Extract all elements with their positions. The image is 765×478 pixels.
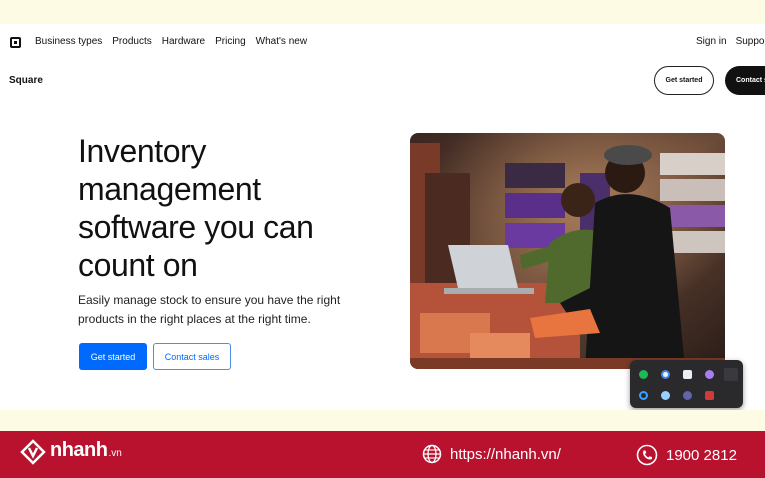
footer-phone-text: 1900 2812 [666, 446, 737, 464]
hero-subtitle: Easily manage stock to ensure you have t… [78, 293, 341, 326]
nhanh-logo[interactable]: nhanh .vn [20, 439, 122, 465]
nav-link-products[interactable]: Products [112, 36, 151, 47]
zoom-icon[interactable] [705, 370, 714, 379]
globe-icon [422, 444, 442, 464]
nhanh-footer-banner: nhanh .vn https://nhanh.vn/ 1900 2812 [0, 431, 765, 478]
nav-links: Business types Products Hardware Pricing… [35, 36, 307, 47]
spotify-icon[interactable] [639, 370, 648, 379]
support-link[interactable]: Support [736, 36, 765, 47]
notes-icon[interactable] [683, 370, 692, 379]
contact-sales-button[interactable]: Contact sales [153, 343, 231, 370]
chrome-icon[interactable] [661, 370, 670, 379]
top-banner-strip [0, 0, 765, 24]
teams-icon[interactable] [683, 391, 692, 400]
nav-link-business-types[interactable]: Business types [35, 36, 102, 47]
nav-link-pricing[interactable]: Pricing [215, 36, 246, 47]
get-started-button[interactable]: Get started [79, 343, 147, 370]
get-started-nav-button[interactable]: Get started [654, 66, 714, 95]
sign-in-link[interactable]: Sign in [696, 36, 727, 47]
footer-url-text: https://nhanh.vn/ [450, 445, 561, 463]
system-tray-popup [630, 360, 743, 408]
sync-icon[interactable] [639, 391, 648, 400]
nav-link-hardware[interactable]: Hardware [162, 36, 205, 47]
square-logo-icon[interactable] [10, 37, 21, 48]
nav-right: Sign in Support [696, 36, 765, 47]
edge-icon[interactable] [661, 391, 670, 400]
nhanh-mark-icon [20, 439, 46, 465]
bottom-banner-strip [0, 410, 765, 431]
square-webpage: Business types Products Hardware Pricing… [0, 24, 765, 410]
brand-name[interactable]: Square [9, 75, 43, 86]
footer-brand-tld: .vn [108, 448, 122, 459]
contact-sales-nav-button[interactable]: Contact sales [725, 66, 765, 95]
footer-phone[interactable]: 1900 2812 [636, 444, 737, 466]
footer-brand-name: nhanh [50, 439, 108, 461]
top-navigation: Business types Products Hardware Pricing… [0, 24, 765, 60]
shield-icon[interactable] [705, 391, 714, 400]
hero-title: Inventory management software you can co… [78, 133, 314, 283]
footer-website[interactable]: https://nhanh.vn/ [422, 444, 561, 464]
nav-link-whats-new[interactable]: What's new [256, 36, 307, 47]
phone-icon [636, 444, 658, 466]
hero-photo [410, 133, 725, 369]
feather-icon[interactable] [724, 368, 738, 381]
